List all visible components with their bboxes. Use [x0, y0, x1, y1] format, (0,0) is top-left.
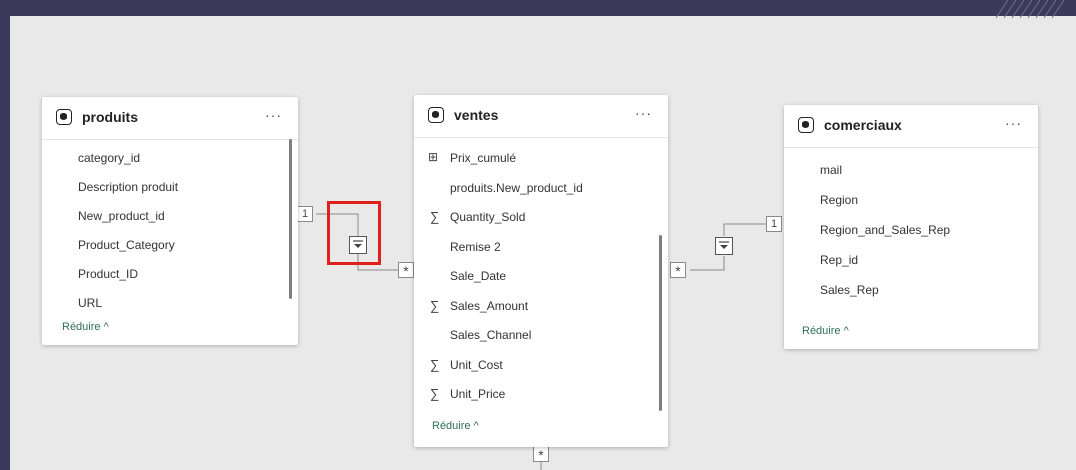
- calculated-measure-icon: ⊞: [428, 150, 439, 164]
- field-item[interactable]: ∑ Unit_Cost: [430, 357, 503, 372]
- more-options-icon[interactable]: ···: [635, 105, 652, 121]
- sigma-icon: ∑: [430, 386, 440, 401]
- cardinality-one-label: 1: [766, 216, 782, 232]
- field-item[interactable]: Remise 2: [450, 240, 501, 254]
- field-item[interactable]: ∑ Quantity_Sold: [430, 209, 525, 224]
- field-item[interactable]: category_id: [78, 151, 140, 165]
- table-title: comerciaux: [824, 117, 902, 133]
- selected-relationship-highlight: [327, 201, 381, 265]
- field-item[interactable]: produits.New_product_id: [450, 181, 583, 195]
- field-item[interactable]: ∑ Unit_Price: [430, 386, 505, 401]
- collapse-link[interactable]: Réduire ^: [432, 420, 479, 432]
- field-item[interactable]: Product_Category: [78, 238, 175, 252]
- table-card-produits[interactable]: produits ··· category_id Description pro…: [42, 97, 298, 345]
- cardinality-many-label-bottom: *: [533, 446, 549, 463]
- table-card-ventes[interactable]: ventes ··· ⊞ Prix_cumulé produits.New_pr…: [414, 95, 668, 447]
- field-item[interactable]: New_product_id: [78, 209, 165, 223]
- table-icon: [798, 117, 814, 133]
- collapse-link[interactable]: Réduire ^: [62, 321, 109, 333]
- field-item[interactable]: Product_ID: [78, 267, 138, 281]
- field-item[interactable]: Description produit: [78, 180, 178, 194]
- scrollbar[interactable]: [289, 139, 292, 299]
- field-item[interactable]: ⊞ Prix_cumulé: [428, 150, 516, 165]
- field-item[interactable]: ∑ Sales_Amount: [430, 298, 528, 313]
- field-item[interactable]: URL: [78, 296, 102, 310]
- sigma-icon: ∑: [430, 357, 440, 372]
- table-header[interactable]: comerciaux ···: [784, 105, 1038, 148]
- table-header[interactable]: produits ···: [42, 97, 298, 140]
- field-item[interactable]: Region_and_Sales_Rep: [820, 223, 950, 237]
- field-item[interactable]: Sales_Rep: [820, 283, 879, 297]
- table-card-comerciaux[interactable]: comerciaux ··· mail Region Region_and_Sa…: [784, 105, 1038, 349]
- table-title: ventes: [454, 107, 499, 123]
- field-item[interactable]: Region: [820, 193, 858, 207]
- single-direction-filter-icon[interactable]: [715, 237, 733, 255]
- field-item[interactable]: Rep_id: [820, 253, 858, 267]
- cardinality-many-label: *: [670, 262, 686, 279]
- scrollbar[interactable]: [659, 235, 662, 411]
- collapse-link[interactable]: Réduire ^: [802, 325, 849, 337]
- table-header[interactable]: ventes ···: [414, 95, 668, 138]
- field-item[interactable]: Sale_Date: [450, 269, 506, 283]
- sigma-icon: ∑: [430, 209, 440, 224]
- table-title: produits: [82, 109, 138, 125]
- more-options-icon[interactable]: ···: [1005, 115, 1022, 131]
- field-item[interactable]: Sales_Channel: [450, 328, 531, 342]
- table-icon: [428, 107, 444, 123]
- field-item[interactable]: mail: [820, 163, 842, 177]
- more-options-icon[interactable]: ···: [265, 107, 282, 123]
- cardinality-many-label: *: [398, 262, 414, 279]
- cardinality-one-label: 1: [297, 206, 313, 222]
- sigma-icon: ∑: [430, 298, 440, 313]
- table-icon: [56, 109, 72, 125]
